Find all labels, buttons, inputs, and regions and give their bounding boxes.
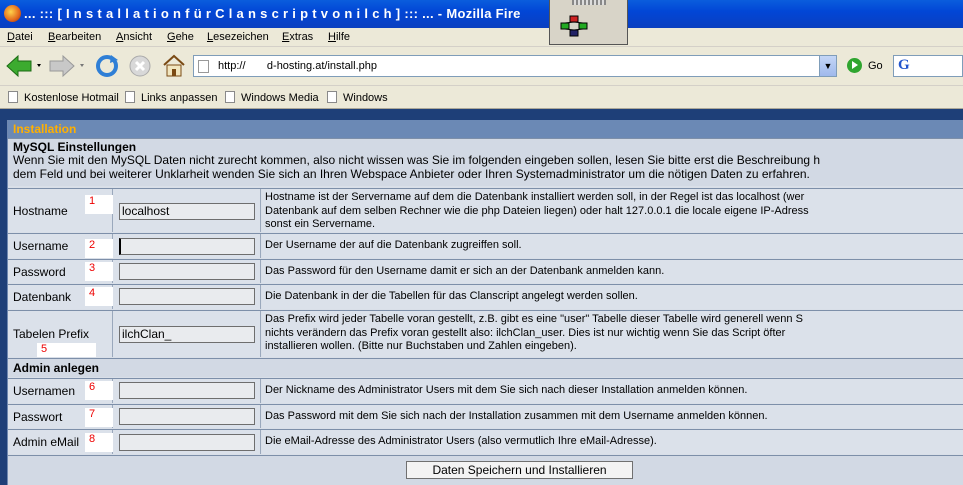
extension-widget[interactable] [549,0,628,45]
admin-password-input[interactable] [119,408,255,425]
field-description: Der Nickname des Administrator Users mit… [262,379,963,403]
chevron-down-icon[interactable]: ▼ [819,56,836,76]
bookmark-page-icon [125,91,135,103]
field-description: Das Password für den Username damit er s… [262,260,963,283]
username-input[interactable] [119,238,255,255]
field-description: Die eMail-Adresse des Administrator User… [262,430,963,454]
url-text[interactable]: http:// d-hosting.at/install.php [218,60,377,72]
menu-lesezeichen[interactable]: Lesezeichen [207,31,269,43]
bookmark-item[interactable]: Links anpassen [125,91,217,104]
installation-form: Installation MySQL Einstellungen Wenn Si… [7,120,963,485]
password-input[interactable] [119,263,255,280]
navigation-toolbar: http:// d-hosting.at/install.php ▼ Go G [0,47,963,86]
section-header: Installation [8,120,963,138]
stop-icon[interactable] [127,53,153,79]
input-cell [113,379,261,403]
menu-extras[interactable]: Extras [282,31,313,43]
bookmark-page-icon [8,91,18,103]
submit-row: Daten Speichern und Installieren [8,455,963,485]
install-submit-button[interactable]: Daten Speichern und Installieren [406,461,633,479]
input-cell [113,260,261,283]
form-row-hostname: Hostname 1 localhost Hostname ist der Se… [8,188,963,232]
form-row-admin-username: Usernamen 6 Der Nickname des Administrat… [8,378,963,403]
input-cell [113,405,261,428]
search-box[interactable]: G [893,55,963,77]
form-row-datenbank: Datenbank 4 Die Datenbank in der die Tab… [8,284,963,309]
forward-icon[interactable] [48,53,88,79]
menu-datei[interactable]: Datei [7,31,33,43]
reload-icon[interactable] [94,53,120,79]
form-row-prefix: Tabelen Prefix 5 ilchClan_ Das Prefix wi… [8,310,963,357]
input-cell [113,234,261,258]
back-icon[interactable] [5,53,45,79]
field-description: Hostname ist der Servername auf dem die … [262,189,963,232]
bookmark-page-icon [225,91,235,103]
page-content: Installation MySQL Einstellungen Wenn Si… [0,110,963,485]
mysql-intro-text: Wenn Sie mit den MySQL Daten nicht zurec… [8,153,963,186]
input-cell [113,285,261,309]
home-icon[interactable] [161,53,187,79]
grip-icon [572,0,606,5]
bookmarks-toolbar: Kostenlose Hotmail Links anpassen Window… [0,86,963,109]
form-row-admin-email: Admin eMail 8 Die eMail-Adresse des Admi… [8,429,963,454]
window-title: ... ::: [ I n s t a l l a t i o n f ü r … [24,6,521,21]
admin-email-input[interactable] [119,434,255,451]
bookmark-page-icon [327,91,337,103]
datenbank-input[interactable] [119,288,255,305]
go-icon [847,58,862,73]
menu-ansicht[interactable]: Ansicht [116,31,152,43]
bookmark-item[interactable]: Windows [327,91,388,104]
form-row-password: Password 3 Das Password für den Username… [8,259,963,283]
hostname-input[interactable]: localhost [119,203,255,220]
input-cell: ilchClan_ [113,311,261,357]
field-description: Das Password mit dem Sie sich nach der I… [262,405,963,428]
extension-icon [560,15,588,37]
prefix-input[interactable]: ilchClan_ [119,326,255,343]
address-bar[interactable]: http:// d-hosting.at/install.php ▼ [193,55,837,77]
title-bar: ... ::: [ I n s t a l l a t i o n f ü r … [0,0,963,45]
mysql-section-title: MySQL Einstellungen [8,138,963,154]
firefox-icon [4,5,21,22]
admin-username-input[interactable] [119,382,255,399]
field-description: Das Prefix wird jeder Tabelle voran gest… [262,311,963,357]
go-button[interactable]: Go [847,58,883,73]
go-label: Go [868,59,883,72]
input-cell: localhost [113,189,261,232]
menu-bar: Datei Bearbeiten Ansicht Gehe Lesezeiche… [0,28,963,47]
annotation-number: 5 [37,343,96,357]
menu-hilfe[interactable]: Hilfe [328,31,350,43]
bookmark-item[interactable]: Kostenlose Hotmail [8,91,119,104]
menu-bearbeiten[interactable]: Bearbeiten [48,31,101,43]
field-description: Die Datenbank in der die Tabellen für da… [262,285,963,309]
page-icon [198,60,209,73]
bookmark-item[interactable]: Windows Media [225,91,319,104]
form-row-admin-password: Passwort 7 Das Password mit dem Sie sich… [8,404,963,428]
form-row-username: Username 2 Der Username der auf die Date… [8,233,963,258]
google-logo-icon: G [898,57,910,73]
input-cell [113,430,261,454]
admin-section-title: Admin anlegen [8,358,963,377]
field-description: Der Username der auf die Datenbank zugre… [262,234,963,258]
menu-gehe[interactable]: Gehe [167,31,194,43]
